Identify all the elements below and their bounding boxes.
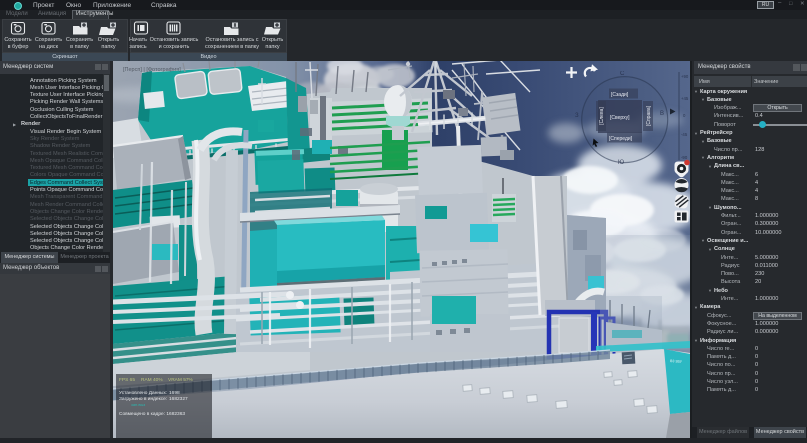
svg-text:[Персп] | [Фотография]: [Персп] | [Фотография] xyxy=(123,67,181,73)
svg-text:RAM 40%: RAM 40% xyxy=(141,377,163,383)
svg-text:[Слева]: [Слева] xyxy=(599,107,605,125)
svg-text:З: З xyxy=(575,113,579,119)
svg-text:Ю: Ю xyxy=(618,160,624,166)
svg-text:[Справа]: [Справа] xyxy=(646,105,652,126)
svg-text:FPS 65: FPS 65 xyxy=(119,377,135,383)
svg-text:С: С xyxy=(620,71,625,77)
svg-text:зап.выз: зап.выз xyxy=(131,402,145,407)
svg-text:-45: -45 xyxy=(681,132,688,137)
svg-text:Установлено Данных:: Установлено Данных: xyxy=(119,390,167,396)
svg-text:[Спереди]: [Спереди] xyxy=(609,136,633,142)
svg-text:VRAM 57%: VRAM 57% xyxy=(168,377,194,383)
svg-text:[Сзади]: [Сзади] xyxy=(611,92,629,98)
svg-text:+45: +45 xyxy=(681,96,689,101)
svg-text:1698: 1698 xyxy=(169,390,180,396)
svg-text:+90: +90 xyxy=(681,74,689,79)
svg-text:-90: -90 xyxy=(681,155,688,160)
svg-text:[Сверху]: [Сверху] xyxy=(610,115,630,121)
svg-text:В: В xyxy=(660,111,664,117)
svg-text:1682327: 1682327 xyxy=(169,396,188,402)
svg-text:Совмещено в кадре: 1682363: Совмещено в кадре: 1682363 xyxy=(119,411,185,417)
